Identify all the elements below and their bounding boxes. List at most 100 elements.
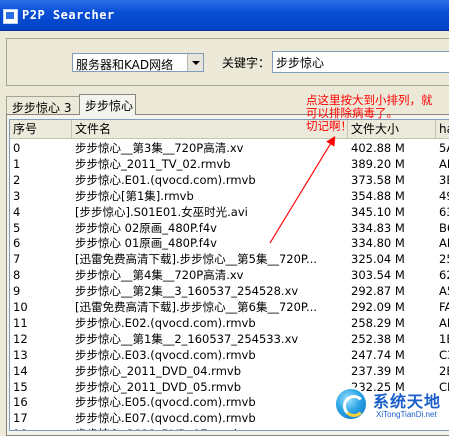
table-row[interactable]: 4 [步步惊心].S01E01.女巫时光.avi 345.10 M 63 — [10, 204, 449, 220]
row-filename: 步步惊心.E02.(qvocd.com).rmvb — [75, 315, 256, 330]
keyword-label: 关键字： — [222, 56, 271, 70]
row-index: 13 — [13, 347, 28, 362]
table-row[interactable]: 13 步步惊心.E03.(qvocd.com).rmvb 247.74 M C3 — [10, 347, 449, 363]
row-filename: 步步惊心 02原画_480P.f4v — [75, 220, 217, 235]
row-filename: [步步惊心].S01E01.女巫时光.avi — [75, 204, 248, 219]
row-hash: 62 — [439, 268, 449, 283]
row-hash: 5A — [439, 141, 449, 155]
app-icon — [3, 9, 18, 24]
row-filesize: 292.09 M — [351, 300, 405, 314]
tab-search-current[interactable]: 步步惊心 — [79, 94, 136, 115]
table-row[interactable]: 0 步步惊心__第3集__720P高清.xv 402.88 M 5A — [10, 140, 449, 156]
window-title: P2P Searcher — [22, 8, 115, 22]
chevron-down-icon — [192, 61, 200, 65]
row-index: 18 — [10, 426, 72, 430]
watermark: 系统天地 XiTongTianDi.net — [330, 381, 449, 425]
watermark-title: 系统天地 — [373, 392, 442, 411]
row-filename: 步步惊心__第1集__2_160537_254533.xv — [75, 331, 299, 346]
row-hash: 25 — [439, 252, 449, 267]
row-index: 15 — [13, 379, 28, 394]
row-filename: 步步惊心_2011_DVD_05.rmvb — [75, 379, 242, 394]
source-select-value: 服务器和KAD网络 — [76, 58, 174, 72]
source-select[interactable]: 服务器和KAD网络 — [72, 53, 204, 72]
row-index: 9 — [13, 284, 21, 299]
row-filesize: 237.39 M — [351, 363, 405, 378]
annotation-line: 切记啊！ — [306, 119, 352, 133]
table-row[interactable]: 6 步步惊心 01原画_480P.f4v 334.80 M AE — [10, 235, 449, 251]
keyword-input[interactable]: 步步惊心 — [272, 51, 449, 73]
row-hash: FA — [439, 300, 449, 314]
title-bar[interactable]: P2P Searcher — [0, 0, 449, 31]
row-filesize: 402.88 M — [351, 141, 405, 155]
table-row[interactable]: 1 步步惊心_2011_TV_02.rmvb 389.20 M AE — [10, 156, 449, 172]
annotation-note: 点这里按大到小排列，就 可以排除病毒了。 切记啊！ — [306, 94, 449, 133]
row-filesize: 252.38 M — [351, 331, 405, 346]
row-index: 14 — [13, 363, 28, 378]
row-filesize: 334.83 M — [351, 220, 405, 235]
row-hash: 1B — [439, 331, 449, 346]
row-filename: 步步惊心 01原画_480P.f4v — [75, 236, 217, 251]
row-index: 8 — [13, 268, 21, 283]
row-filename: 步步惊心__第2集__3_160537_254528.xv — [75, 284, 299, 299]
watermark-logo-icon — [334, 387, 368, 421]
row-filesize: 325.04 M — [351, 252, 405, 267]
row-hash: 3B — [439, 172, 449, 187]
row-hash — [436, 426, 449, 430]
row-filesize: 247.74 M — [351, 347, 405, 362]
row-index: 4 — [13, 204, 21, 219]
row-index: 16 — [13, 395, 28, 410]
table-row[interactable]: 2 步步惊心.E01.(qvocd.com).rmvb 373.58 M 3B — [10, 172, 449, 188]
table-row[interactable]: 8 步步惊心__第4集__720P高清.xv 303.54 M 62 — [10, 267, 449, 283]
row-filename: 步步惊心.E01.(qvocd.com).rmvb — [75, 172, 256, 187]
table-row[interactable]: 18步步惊心_2011_DVD_07.rmvb — [10, 426, 449, 430]
row-hash: B6 — [439, 220, 449, 235]
row-filesize: 389.20 M — [351, 156, 405, 171]
row-filesize: 292.87 M — [351, 284, 405, 299]
row-filename: 步步惊心_2011_DVD_04.rmvb — [75, 363, 242, 378]
table-row[interactable]: 11 步步惊心.E02.(qvocd.com).rmvb 258.29 M AE — [10, 315, 449, 331]
dropdown-button[interactable] — [187, 54, 203, 71]
table-row[interactable]: 7 [迅雷免费高清下载].步步惊心__第5集__720P... 325.04 M 25 — [10, 251, 449, 267]
row-index: 1 — [13, 156, 21, 171]
table-row[interactable]: 9 步步惊心__第2集__3_160537_254528.xv 292.87 M A5 — [10, 283, 449, 299]
row-filename: 步步惊心.E05.(qvocd.com).rmvb — [75, 395, 256, 410]
row-index: 17 — [13, 411, 28, 426]
row-index: 10 — [13, 300, 28, 314]
row-hash: A5 — [439, 284, 449, 299]
row-filename: [迅雷免费高清下载].步步惊心__第6集__720P... — [75, 300, 318, 314]
table-row[interactable]: 10 [迅雷免费高清下载].步步惊心__第6集__720P... 292.09 M F… — [10, 299, 449, 315]
row-hash: C3 — [439, 347, 449, 362]
row-hash: 49 — [439, 188, 449, 203]
row-hash: AE — [439, 156, 449, 171]
row-hash: 63 — [439, 204, 449, 219]
row-filename: 步步惊心__第4集__720P高清.xv — [75, 268, 244, 283]
row-filesize: 354.88 M — [351, 188, 405, 203]
row-filename: 步步惊心__第3集__720P高清.xv — [75, 141, 244, 155]
column-header-index[interactable]: 序号 — [10, 120, 72, 138]
row-index: 3 — [13, 188, 21, 203]
row-filename: 步步惊心_2011_DVD_07.rmvb — [72, 426, 348, 430]
row-filesize: 345.10 M — [351, 204, 405, 219]
row-filesize: 258.29 M — [351, 315, 405, 330]
row-index: 5 — [13, 220, 21, 235]
tab-label: 步步惊心 3 — [12, 101, 72, 115]
tab-label: 步步惊心 — [85, 99, 134, 113]
table-row[interactable]: 14 步步惊心_2011_DVD_04.rmvb 237.39 M 2E — [10, 363, 449, 379]
row-index: 7 — [13, 252, 21, 267]
row-hash: 2E — [439, 363, 449, 378]
row-filesize: 303.54 M — [351, 268, 405, 283]
row-index: 6 — [13, 236, 21, 251]
watermark-url: XiTongTianDi.net — [376, 410, 437, 419]
row-filename: 步步惊心[第1集].rmvb — [75, 188, 194, 203]
row-index: 12 — [13, 331, 28, 346]
table-row[interactable]: 5 步步惊心 02原画_480P.f4v 334.83 M B6 — [10, 220, 449, 236]
tab-search-3[interactable]: 步步惊心 3 — [6, 96, 80, 115]
row-filesize: 373.58 M — [351, 172, 405, 187]
row-filename: 步步惊心.E03.(qvocd.com).rmvb — [75, 347, 256, 362]
table-row[interactable]: 12 步步惊心__第1集__2_160537_254533.xv 252.38 M 1… — [10, 331, 449, 347]
row-filename: [迅雷免费高清下载].步步惊心__第5集__720P... — [75, 252, 318, 267]
row-hash: AE — [439, 315, 449, 330]
row-filesize: 334.80 M — [351, 236, 405, 251]
table-row[interactable]: 3 步步惊心[第1集].rmvb 354.88 M 49 — [10, 188, 449, 204]
row-index: 2 — [13, 172, 21, 187]
